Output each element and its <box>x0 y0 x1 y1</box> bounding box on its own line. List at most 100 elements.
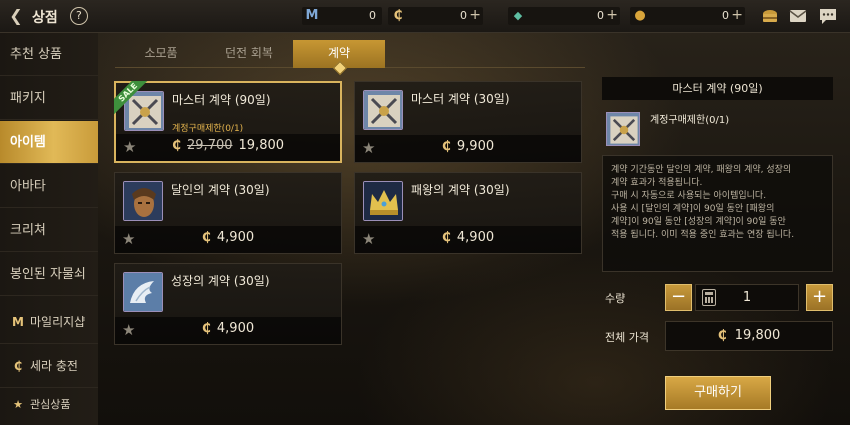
sidebar-item-label: 관심상품 <box>30 398 71 411</box>
sera-add-button[interactable]: + <box>469 7 481 23</box>
wings-icon <box>123 272 163 312</box>
description-line: 계약 기간동안 달인의 계약, 패왕의 계약, 성장의 <box>611 165 792 175</box>
sidebar-item-label: 봉인된 자물쇠 <box>10 267 86 282</box>
product-price: ₵ 4,900 <box>201 321 255 336</box>
gold-add-button[interactable]: + <box>731 7 743 23</box>
product-name: 성장의 계약 (30일) <box>171 274 270 288</box>
tab-dungeon-recovery[interactable]: 던전 회복 <box>203 40 295 68</box>
product-name: 달인의 계약 (30일) <box>171 183 270 197</box>
sera-coin-icon: ₵ <box>717 328 727 343</box>
price-bar: ★ ₵ 29,700 19,800 <box>116 134 340 161</box>
mileage-icon: M <box>12 315 24 329</box>
star-icon: ★ <box>13 398 23 411</box>
quantity-label: 수량 <box>605 292 626 305</box>
subcategory-tabs: 소모품 던전 회복 계약 <box>115 40 585 68</box>
sale-price: 19,800 <box>238 138 285 153</box>
gem-add-button[interactable]: + <box>606 7 618 23</box>
product-price: ₵ 29,700 19,800 <box>116 138 340 153</box>
quantity-stepper[interactable]: 1 <box>695 284 799 311</box>
product-card-master-30[interactable]: 마스터 계약 (30일) ★ ₵ 9,900 <box>354 81 582 163</box>
sera-currency: ₵ 0 + <box>388 7 483 25</box>
crossed-swords-icon <box>606 112 640 146</box>
detail-description: 계약 기간동안 달인의 계약, 패왕의 계약, 성장의 계약 효과가 적용됩니다… <box>602 155 833 272</box>
back-arrow-icon[interactable]: ❮ <box>6 6 26 26</box>
sidebar-item-label: 세라 충전 <box>30 359 78 373</box>
crown-icon <box>363 181 403 221</box>
sidebar-item-label: 아바타 <box>10 179 46 194</box>
price-bar: ★ ₵ 4,900 <box>115 226 341 253</box>
product-card-overlord-30[interactable]: 패왕의 계약 (30일) ★ ₵ 4,900 <box>354 172 582 254</box>
quantity-decrease-button[interactable]: − <box>665 284 692 311</box>
tab-contract[interactable]: 계약 <box>293 40 385 68</box>
mileage-currency: M 0 <box>302 7 382 25</box>
buy-button[interactable]: 구매하기 <box>665 376 771 410</box>
total-price-box: ₵ 19,800 <box>665 321 833 351</box>
product-name: 마스터 계약 (90일) <box>172 93 271 107</box>
sidebar-item-label: 패키지 <box>10 91 46 106</box>
sidebar-item-creature[interactable]: 크리쳐 <box>0 209 98 252</box>
description-line: 계약]이 90일 동안 [성장의 계약]이 90일 동안 <box>611 217 786 227</box>
product-card-expert-30[interactable]: 달인의 계약 (30일) ★ ₵ 4,900 <box>114 172 342 254</box>
sale-badge: SALE <box>114 81 150 117</box>
help-button[interactable]: ? <box>66 3 92 29</box>
gold-value: 0 <box>722 9 729 22</box>
product-name: 패왕의 계약 (30일) <box>411 183 510 197</box>
detail-purchase-limit: 계정구매제한(0/1) <box>650 115 730 126</box>
description-line: 구매 시 자동으로 사용되는 아이템입니다. <box>611 191 767 201</box>
original-price: 29,700 <box>187 138 233 153</box>
sidebar-item-recommended[interactable]: 추천 상품 <box>0 33 98 76</box>
product-name: 마스터 계약 (30일) <box>411 92 510 106</box>
description-line: 적용 됩니다. 이미 적용 중인 효과는 연장 됩니다. <box>611 230 795 240</box>
sidebar-item-sera-charge[interactable]: ₵ 세라 충전 <box>0 345 98 388</box>
help-icon: ? <box>76 9 82 22</box>
top-bar: ❮ 상점 ? M 0 ₵ 0 + ◆ 0 + ● 0 + <box>0 0 850 33</box>
tab-consumables[interactable]: 소모품 <box>115 40 207 68</box>
description-line: 사용 시 [달인의 계약]이 90일 동안 [패왕의 <box>611 204 775 214</box>
category-sidebar: 추천 상품 패키지 아이템 아바타 크리쳐 봉인된 자물쇠 M 마일리지샵 ₵ 세라… <box>0 33 98 425</box>
sera-coin-icon: ₵ <box>393 8 403 23</box>
gem-value: 0 <box>597 9 604 22</box>
sera-coin-icon: ₵ <box>201 321 211 336</box>
sera-coin-icon: ₵ <box>13 359 23 373</box>
detail-title: 마스터 계약 (90일) <box>602 77 833 100</box>
total-price-label: 전체 가격 <box>605 331 649 344</box>
price-bar: ★ ₵ 9,900 <box>355 135 581 162</box>
sera-coin-icon: ₵ <box>441 230 451 245</box>
sidebar-item-item[interactable]: 아이템 <box>0 121 98 164</box>
sidebar-item-label: 아이템 <box>10 135 46 150</box>
sera-value: 0 <box>460 9 467 22</box>
gold-coin-icon: ● <box>634 8 646 23</box>
mileage-icon: M <box>305 8 319 23</box>
product-card-growth-30[interactable]: 성장의 계약 (30일) ★ ₵ 4,900 <box>114 263 342 345</box>
sidebar-item-label: 추천 상품 <box>10 47 62 62</box>
crossed-swords-icon <box>363 90 403 130</box>
quantity-value: 1 <box>742 290 752 305</box>
product-price: ₵ 9,900 <box>441 139 495 154</box>
product-price: ₵ 4,900 <box>201 230 255 245</box>
treasure-chest-icon[interactable] <box>760 6 780 26</box>
sidebar-item-mileage-shop[interactable]: M 마일리지샵 <box>0 301 98 344</box>
sidebar-item-favorites[interactable]: ★ 관심상품 <box>0 383 98 425</box>
sera-coin-icon: ₵ <box>201 230 211 245</box>
sidebar-item-label: 마일리지샵 <box>30 315 86 329</box>
gem-icon: ◆ <box>513 9 523 22</box>
sidebar-item-package[interactable]: 패키지 <box>0 77 98 120</box>
price-bar: ★ ₵ 4,900 <box>355 226 581 253</box>
quantity-increase-button[interactable]: + <box>806 284 833 311</box>
sidebar-item-avatar[interactable]: 아바타 <box>0 165 98 208</box>
chat-icon[interactable] <box>818 6 838 26</box>
sidebar-item-sealed-lock[interactable]: 봉인된 자물쇠 <box>0 253 98 296</box>
price-bar: ★ ₵ 4,900 <box>115 317 341 344</box>
sidebar-item-label: 크리쳐 <box>10 223 46 238</box>
mail-icon[interactable] <box>788 6 808 26</box>
purchase-limit: 계정구매제한(0/1) <box>172 124 244 134</box>
product-card-master-90[interactable]: SALE 마스터 계약 (90일) 계정구매제한(0/1) ★ ₵ 29,700 1… <box>114 81 342 163</box>
mileage-value: 0 <box>369 9 376 22</box>
description-line: 계약 효과가 적용됩니다. <box>611 178 703 188</box>
gem-currency: ◆ 0 + <box>508 7 620 25</box>
gold-currency: ● 0 + <box>630 7 745 25</box>
warrior-portrait-icon <box>123 181 163 221</box>
sera-coin-icon: ₵ <box>441 139 451 154</box>
product-price: ₵ 4,900 <box>441 230 495 245</box>
total-price-value: 19,800 <box>734 328 781 343</box>
